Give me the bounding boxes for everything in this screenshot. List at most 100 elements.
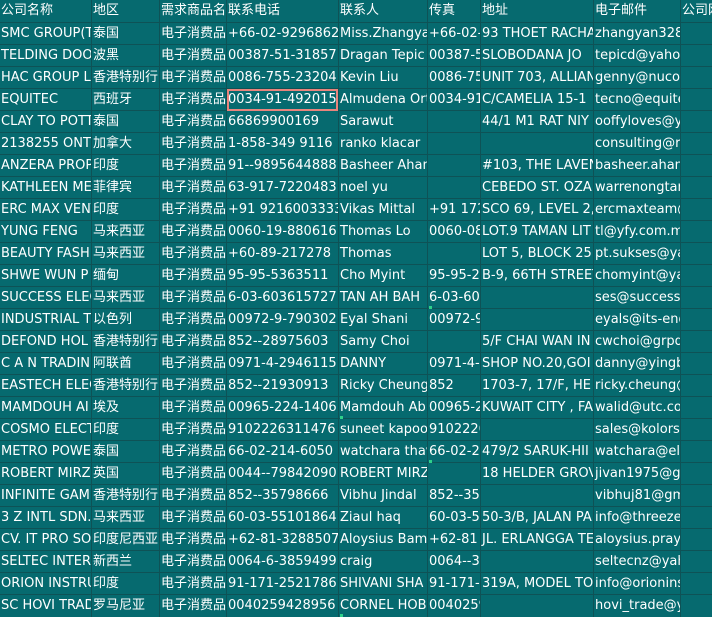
cell-website[interactable] bbox=[681, 89, 712, 111]
column-header-email[interactable]: 电子邮件 bbox=[594, 0, 681, 22]
column-header-product[interactable]: 需求商品名 bbox=[160, 0, 227, 22]
cell-region[interactable]: 缅甸 bbox=[92, 265, 160, 287]
cell-contact[interactable]: Cho Myint bbox=[339, 265, 428, 287]
cell-contact[interactable]: ROBERT MIRZAKHANY bbox=[339, 463, 428, 485]
cell-phone[interactable]: 0086-755-23204 bbox=[227, 67, 339, 89]
cell-website[interactable] bbox=[681, 243, 712, 265]
cell-contact[interactable]: Kevin Liu bbox=[339, 67, 428, 89]
cell-email[interactable]: zhangyan328730@ bbox=[594, 23, 681, 45]
cell-company[interactable]: C A N TRADIN bbox=[0, 353, 92, 375]
cell-region[interactable]: 印度尼西亚 bbox=[92, 529, 160, 551]
cell-address[interactable]: 44/1 M1 RAT NIY bbox=[481, 111, 594, 133]
cell-company[interactable]: YUNG FENG bbox=[0, 221, 92, 243]
cell-email[interactable]: chomyint@yadanar bbox=[594, 265, 681, 287]
cell-address[interactable]: 319A, MODEL TO bbox=[481, 573, 594, 595]
cell-fax[interactable]: 66-02-2 bbox=[428, 441, 481, 463]
cell-address[interactable]: B-9, 66TH STREET bbox=[481, 265, 594, 287]
cell-email[interactable]: tl@yfy.com.my bbox=[594, 221, 681, 243]
cell-website[interactable] bbox=[681, 375, 712, 397]
cell-phone[interactable]: 91--9895644888 bbox=[227, 155, 339, 177]
cell-address[interactable]: 93 THOET RACHA bbox=[481, 23, 594, 45]
cell-product[interactable]: 电子消费品 bbox=[160, 353, 227, 375]
cell-contact[interactable]: Almudena Ort bbox=[339, 89, 428, 111]
cell-address[interactable] bbox=[481, 551, 594, 573]
cell-product[interactable]: 电子消费品 bbox=[160, 155, 227, 177]
cell-email[interactable]: jivan1975@gmail.c bbox=[594, 463, 681, 485]
cell-region[interactable]: 马来西亚 bbox=[92, 221, 160, 243]
cell-fax[interactable]: 91-171- bbox=[428, 573, 481, 595]
spreadsheet-grid[interactable]: 公司名称 地区 需求商品名 联系电话 联系人 传真 地址 电子邮件 公司网 SM… bbox=[0, 0, 712, 617]
cell-company[interactable]: INFINITE GAM bbox=[0, 485, 92, 507]
cell-website[interactable] bbox=[681, 133, 712, 155]
cell-company[interactable]: TELDING DOO bbox=[0, 45, 92, 67]
cell-email[interactable]: tepicd@yahoo.com bbox=[594, 45, 681, 67]
cell-address[interactable]: 5/F CHAI WAN IN bbox=[481, 331, 594, 353]
cell-email[interactable]: hovi_trade@yahoo. bbox=[594, 595, 681, 617]
cell-address[interactable]: C/CAMELIA 15-1 bbox=[481, 89, 594, 111]
cell-region[interactable]: 香港特别行 bbox=[92, 375, 160, 397]
cell-contact[interactable]: Samy Choi bbox=[339, 331, 428, 353]
cell-contact[interactable]: Dragan Tepic bbox=[339, 45, 428, 67]
cell-fax[interactable]: +66-02-9 bbox=[428, 23, 481, 45]
cell-company[interactable]: SHWE WUN P bbox=[0, 265, 92, 287]
cell-phone[interactable]: 852--35798666 bbox=[227, 485, 339, 507]
cell-website[interactable] bbox=[681, 177, 712, 199]
cell-fax[interactable]: 852 bbox=[428, 375, 481, 397]
cell-company[interactable]: CV. IT PRO SO bbox=[0, 529, 92, 551]
cell-fax[interactable]: 852--35792324 bbox=[428, 485, 481, 507]
cell-phone[interactable]: 9102226311476 bbox=[227, 419, 339, 441]
column-header-company[interactable]: 公司名称 bbox=[0, 0, 92, 22]
cell-phone[interactable]: +91 9216003333 bbox=[227, 199, 339, 221]
cell-address[interactable]: 18 HELDER GROV bbox=[481, 463, 594, 485]
cell-phone[interactable]: 66-02-214-6050 bbox=[227, 441, 339, 463]
cell-region[interactable]: 波黑 bbox=[92, 45, 160, 67]
cell-company[interactable]: SMC GROUP(T bbox=[0, 23, 92, 45]
cell-company[interactable]: INDUSTRIAL T bbox=[0, 309, 92, 331]
cell-company[interactable]: ERC MAX VENT bbox=[0, 199, 92, 221]
cell-website[interactable] bbox=[681, 529, 712, 551]
cell-contact[interactable]: Vikas Mittal bbox=[339, 199, 428, 221]
cell-product[interactable]: 电子消费品 bbox=[160, 221, 227, 243]
cell-fax[interactable] bbox=[428, 463, 481, 485]
cell-contact[interactable]: SHIVANI SHA bbox=[339, 573, 428, 595]
cell-company[interactable]: DEFOND HOL bbox=[0, 331, 92, 353]
cell-product[interactable]: 电子消费品 bbox=[160, 111, 227, 133]
cell-product[interactable]: 电子消费品 bbox=[160, 331, 227, 353]
cell-product[interactable]: 电子消费品 bbox=[160, 529, 227, 551]
cell-contact[interactable]: Ziaul haq bbox=[339, 507, 428, 529]
cell-company[interactable]: SUCCESS ELEC bbox=[0, 287, 92, 309]
cell-contact[interactable]: Ricky Cheung bbox=[339, 375, 428, 397]
cell-fax[interactable]: 95-95-2 bbox=[428, 265, 481, 287]
cell-fax[interactable] bbox=[428, 155, 481, 177]
cell-product[interactable]: 电子消费品 bbox=[160, 243, 227, 265]
cell-phone[interactable]: 0034-91-492015 bbox=[227, 89, 339, 111]
cell-product[interactable]: 电子消费品 bbox=[160, 89, 227, 111]
cell-phone[interactable]: 00972-9-790302 bbox=[227, 309, 339, 331]
cell-region[interactable]: 香港特别行 bbox=[92, 67, 160, 89]
cell-address[interactable]: JL. ERLANGGA TE bbox=[481, 529, 594, 551]
cell-fax[interactable] bbox=[428, 177, 481, 199]
cell-address[interactable]: CEBEDO ST. OZAI bbox=[481, 177, 594, 199]
cell-fax[interactable]: 0971-4- bbox=[428, 353, 481, 375]
cell-website[interactable] bbox=[681, 573, 712, 595]
cell-email[interactable]: info@threezee.com bbox=[594, 507, 681, 529]
cell-address[interactable] bbox=[481, 287, 594, 309]
cell-fax[interactable]: 00387-5 bbox=[428, 45, 481, 67]
cell-phone[interactable]: +66-02-9296862 bbox=[227, 23, 339, 45]
cell-website[interactable] bbox=[681, 331, 712, 353]
cell-contact[interactable]: ranko klacar bbox=[339, 133, 428, 155]
cell-contact[interactable]: watchara thav bbox=[339, 441, 428, 463]
cell-address[interactable]: 1703-7, 17/F, HE bbox=[481, 375, 594, 397]
column-header-region[interactable]: 地区 bbox=[92, 0, 160, 22]
cell-phone[interactable]: 852--28975603 bbox=[227, 331, 339, 353]
cell-address[interactable] bbox=[481, 485, 594, 507]
cell-contact[interactable]: CORNEL HOB bbox=[339, 595, 428, 617]
cell-product[interactable]: 电子消费品 bbox=[160, 199, 227, 221]
cell-fax[interactable]: 00972-9-7903020 bbox=[428, 309, 481, 331]
cell-product[interactable]: 电子消费品 bbox=[160, 265, 227, 287]
cell-contact[interactable]: TAN AH BAH bbox=[339, 287, 428, 309]
cell-website[interactable] bbox=[681, 221, 712, 243]
cell-address[interactable]: UNIT 703, ALLIAN bbox=[481, 67, 594, 89]
cell-website[interactable] bbox=[681, 111, 712, 133]
cell-company[interactable]: COSMO ELECT bbox=[0, 419, 92, 441]
